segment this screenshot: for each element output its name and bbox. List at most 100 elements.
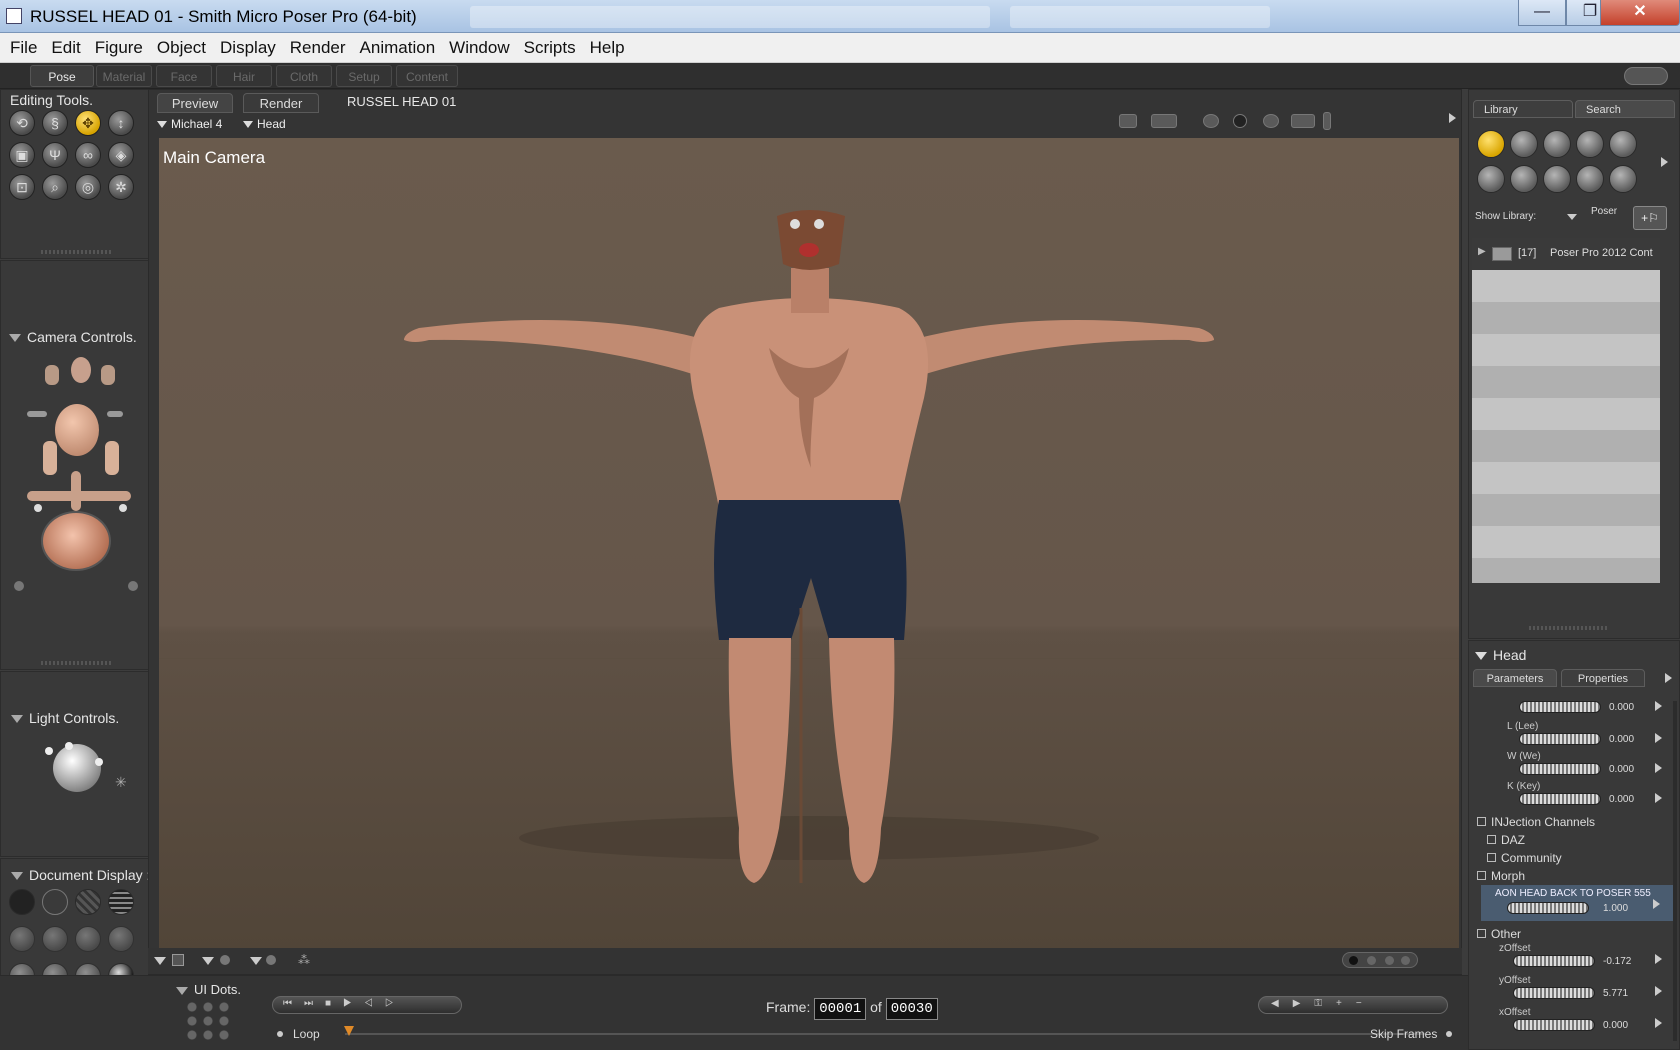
element-display-menu-icon[interactable]: [202, 957, 214, 965]
menu-window[interactable]: Window: [443, 38, 515, 58]
light-2-dot-icon[interactable]: [65, 742, 73, 750]
shadows-icon[interactable]: [1233, 114, 1247, 128]
current-frame-field[interactable]: 00001: [814, 998, 867, 1020]
collapse-box-icon[interactable]: [1477, 817, 1486, 827]
direct-manipulation-icon[interactable]: ✲: [108, 174, 134, 200]
expressions-library-icon[interactable]: [1543, 130, 1571, 158]
show-library-dropdown-icon[interactable]: [1567, 214, 1577, 220]
library-list[interactable]: ▶ [17] Poser Pro 2012 Cont: [1472, 238, 1660, 583]
depth-cue-icon[interactable]: [1203, 114, 1219, 128]
room-tab-material[interactable]: Material: [96, 65, 152, 87]
camera-right-hand-icon[interactable]: [105, 441, 119, 475]
camera-dot-right-icon[interactable]: [119, 504, 127, 512]
total-frames-field[interactable]: 00030: [885, 998, 938, 1020]
collapse-box-icon[interactable]: [1477, 871, 1486, 881]
menu-scripts[interactable]: Scripts: [518, 38, 582, 58]
minimize-button[interactable]: —: [1518, 0, 1566, 26]
timeline-track[interactable]: [345, 1033, 1425, 1035]
param-menu-arrow-icon[interactable]: [1655, 954, 1662, 964]
document-display-menu-icon[interactable]: [250, 957, 262, 965]
camera-preset-right-icon[interactable]: [128, 581, 138, 591]
menu-animation[interactable]: Animation: [354, 38, 442, 58]
param-menu-arrow-icon[interactable]: [1655, 793, 1662, 803]
light-3-dot-icon[interactable]: [95, 758, 103, 766]
param-dial-row[interactable]: W (We) 0.000: [1469, 751, 1680, 777]
group-community[interactable]: Community: [1487, 851, 1562, 865]
param-value[interactable]: 0.000: [1609, 734, 1634, 745]
figure-select-menu[interactable]: Michael 4: [157, 117, 222, 131]
translate-in-out-icon[interactable]: ↕: [108, 110, 134, 136]
paint-icon[interactable]: ⁂: [298, 953, 314, 967]
element-display-style-icon[interactable]: [220, 955, 230, 965]
light-properties-icon[interactable]: ✳: [115, 774, 127, 791]
display-cartoon-icon[interactable]: [108, 926, 134, 952]
show-library-value[interactable]: Poser: [1591, 206, 1617, 217]
param-dial-row[interactable]: zOffset -0.172: [1469, 941, 1680, 971]
menu-edit[interactable]: Edit: [45, 38, 86, 58]
group-injection-channels[interactable]: INJection Channels: [1477, 815, 1595, 829]
room-tab-face[interactable]: Face: [156, 65, 212, 87]
param-value[interactable]: 0.000: [1609, 794, 1634, 805]
camera-roll-left-icon[interactable]: [27, 411, 47, 417]
display-wireframe-icon[interactable]: [75, 889, 101, 915]
figure-display-menu-icon[interactable]: [154, 957, 166, 965]
morph-value[interactable]: 1.000: [1603, 903, 1628, 914]
camera-hands-icon[interactable]: [41, 357, 121, 387]
param-menu-arrow-icon[interactable]: [1655, 986, 1662, 996]
document-style-icon[interactable]: [266, 955, 276, 965]
parameters-actor-title[interactable]: Head: [1475, 647, 1526, 663]
param-dial[interactable]: [1519, 763, 1601, 775]
twist-icon[interactable]: §: [42, 110, 68, 136]
translate-icon[interactable]: ✥: [75, 110, 101, 136]
light-globe[interactable]: [53, 744, 101, 792]
view-magnifier-icon[interactable]: ⌕: [42, 174, 68, 200]
room-toggle-icon[interactable]: [1624, 67, 1668, 85]
rotate-icon[interactable]: ⟲: [9, 110, 35, 136]
morphing-tool-icon[interactable]: ◎: [75, 174, 101, 200]
menu-render[interactable]: Render: [284, 38, 352, 58]
group-other[interactable]: Other: [1477, 927, 1521, 941]
camera-view-icon[interactable]: [1119, 114, 1137, 128]
ui-dots-title[interactable]: UI Dots.: [176, 982, 241, 997]
tab-render[interactable]: Render: [243, 93, 319, 113]
cameras-library-icon[interactable]: [1543, 165, 1571, 193]
skip-frames-radio-icon[interactable]: [1446, 1031, 1452, 1037]
scenes-library-icon[interactable]: [1609, 165, 1637, 193]
panel-resize-grip[interactable]: [1529, 626, 1609, 630]
parameters-scrollbar[interactable]: [1673, 701, 1677, 1041]
display-flat-shaded-icon[interactable]: [42, 926, 68, 952]
scale-icon[interactable]: ▣: [9, 142, 35, 168]
room-tab-content[interactable]: Content: [396, 65, 458, 87]
collapse-box-icon[interactable]: [1487, 853, 1496, 863]
timeline-scrubber[interactable]: [344, 1026, 354, 1036]
collision-icon[interactable]: [1263, 114, 1279, 128]
param-value[interactable]: -0.172: [1603, 956, 1631, 967]
expand-arrow-icon[interactable]: ▶: [1478, 246, 1486, 257]
playback-buttons[interactable]: ⏮⏭■▶◁▷: [272, 996, 462, 1014]
close-button[interactable]: ✕: [1600, 0, 1680, 26]
param-dial-row[interactable]: L (Lee) 0.000: [1469, 721, 1680, 747]
display-silhouette-icon[interactable]: [9, 889, 35, 915]
panel-resize-grip[interactable]: [41, 661, 111, 665]
props-library-icon[interactable]: [1477, 165, 1505, 193]
param-value[interactable]: 0.000: [1609, 702, 1634, 713]
keyframe-buttons[interactable]: ◀▶⚿+−: [1258, 996, 1448, 1014]
room-tab-setup[interactable]: Setup: [336, 65, 392, 87]
add-library-folder-button[interactable]: +⚐: [1633, 206, 1667, 230]
display-lit-wireframe-icon[interactable]: [9, 926, 35, 952]
param-dial-row[interactable]: K (Key) 0.000: [1469, 781, 1680, 807]
grouping-icon[interactable]: ⊡: [9, 174, 35, 200]
ground-plane-icon[interactable]: [1291, 114, 1315, 128]
document-display-title[interactable]: Document Display :: [11, 867, 150, 883]
param-value[interactable]: 0.000: [1603, 1020, 1628, 1031]
param-dial[interactable]: [1513, 987, 1595, 999]
chain-break-icon[interactable]: ∞: [75, 142, 101, 168]
display-style-icon[interactable]: [172, 954, 184, 966]
collapse-box-icon[interactable]: [1487, 835, 1496, 845]
viewport-dots-selector[interactable]: [1342, 952, 1418, 968]
camera-dot-left-icon[interactable]: [34, 504, 42, 512]
param-value[interactable]: 0.000: [1609, 764, 1634, 775]
tab-parameters[interactable]: Parameters: [1473, 669, 1557, 687]
collapse-box-icon[interactable]: [1477, 929, 1486, 939]
param-dial[interactable]: [1513, 1019, 1595, 1031]
